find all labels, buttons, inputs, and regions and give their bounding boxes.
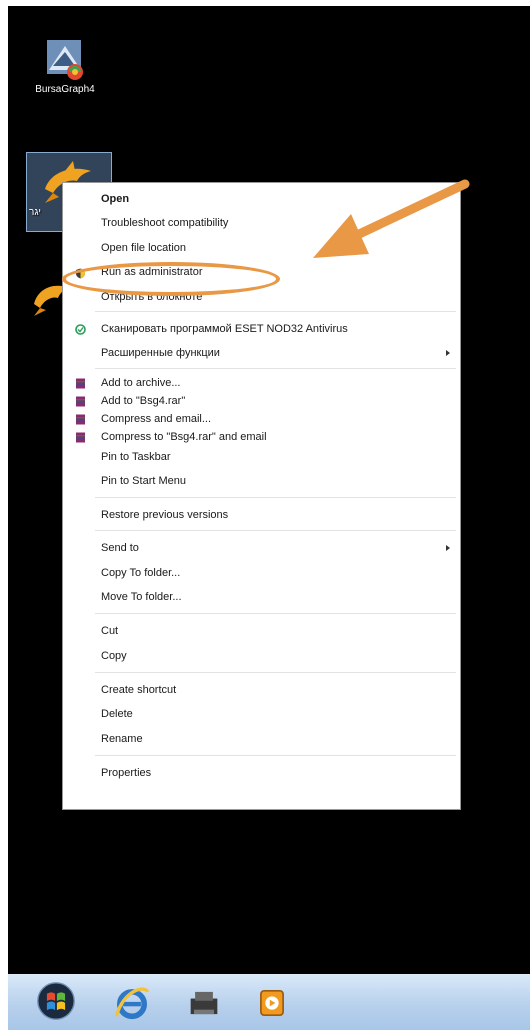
menu-item-properties[interactable]: Properties <box>101 766 151 780</box>
menu-item-copy-to-folder[interactable]: Copy To folder... <box>101 566 180 580</box>
menu-item-pin-to-start-menu[interactable]: Pin to Start Menu <box>101 474 186 488</box>
winrar-icon <box>76 396 85 407</box>
winrar-icon <box>76 378 85 389</box>
menu-item-open-file-location[interactable]: Open file location <box>101 241 186 255</box>
start-orb-icon[interactable] <box>36 981 76 1021</box>
desktop-icon-label: BursaGraph4 <box>35 84 95 95</box>
menu-separator <box>95 672 456 673</box>
menu-separator <box>95 497 456 498</box>
annotation-arrow-icon <box>313 179 470 258</box>
eset-icon <box>75 324 86 335</box>
winrar-icon <box>76 414 85 425</box>
printer-icon[interactable] <box>184 983 224 1023</box>
menu-item-add-to-rar[interactable]: Add to "Bsg4.rar" <box>101 394 185 408</box>
menu-item-pin-to-taskbar[interactable]: Pin to Taskbar <box>101 450 171 464</box>
menu-item-restore-previous-versions[interactable]: Restore previous versions <box>101 508 228 522</box>
desktop: BursaGraph4 יגר ת ףרג Open Troubleshoot … <box>8 6 530 1030</box>
annotation-highlight-ellipse <box>62 262 280 296</box>
menu-item-open[interactable]: Open <box>101 192 129 206</box>
media-player-icon[interactable] <box>252 983 292 1023</box>
menu-separator <box>95 613 456 614</box>
menu-item-copy[interactable]: Copy <box>101 649 127 663</box>
menu-separator <box>95 368 456 369</box>
menu-item-create-shortcut[interactable]: Create shortcut <box>101 683 176 697</box>
menu-separator <box>95 530 456 531</box>
menu-item-rename[interactable]: Rename <box>101 732 143 746</box>
menu-separator <box>95 311 456 312</box>
menu-item-troubleshoot-compatibility[interactable]: Troubleshoot compatibility <box>101 216 228 230</box>
submenu-arrow-icon <box>446 350 450 356</box>
menu-item-advanced-functions[interactable]: Расширенные функции <box>101 346 220 360</box>
menu-item-compress-and-email[interactable]: Compress and email... <box>101 412 211 426</box>
menu-separator <box>95 755 456 756</box>
taskbar <box>8 974 530 1030</box>
desktop-icon-bursagraph[interactable]: BursaGraph4 <box>30 36 100 95</box>
submenu-arrow-icon <box>446 545 450 551</box>
menu-item-compress-to-rar-and-email[interactable]: Compress to "Bsg4.rar" and email <box>101 430 267 444</box>
menu-item-move-to-folder[interactable]: Move To folder... <box>101 590 182 604</box>
menu-item-send-to[interactable]: Send to <box>101 541 139 555</box>
winrar-icon <box>76 432 85 443</box>
internet-explorer-icon[interactable] <box>112 983 152 1023</box>
menu-item-delete[interactable]: Delete <box>101 707 133 721</box>
bursagraph-icon <box>47 40 83 80</box>
menu-item-cut[interactable]: Cut <box>101 624 118 638</box>
menu-item-eset-scan[interactable]: Сканировать программой ESET NOD32 Antivi… <box>101 322 348 336</box>
menu-item-add-to-archive[interactable]: Add to archive... <box>101 376 181 390</box>
